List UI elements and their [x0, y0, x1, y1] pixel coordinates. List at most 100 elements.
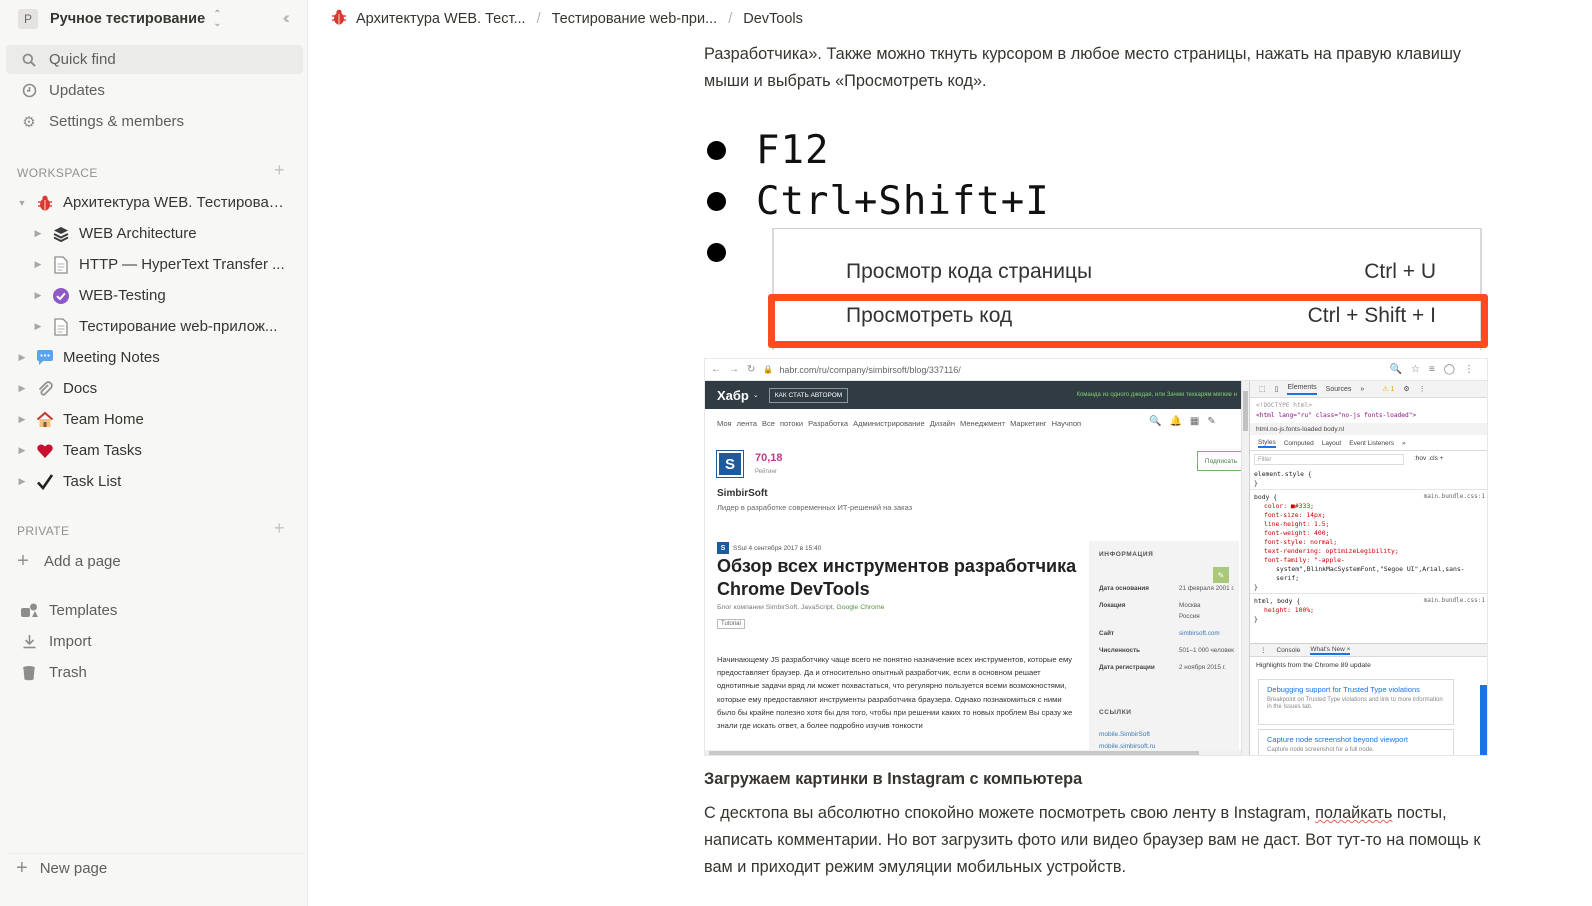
whats-new-image	[1480, 685, 1487, 755]
collapsed-arrow-icon[interactable]: ▶	[15, 414, 29, 425]
subtab-event-listeners: Event Listeners	[1349, 440, 1395, 447]
settings-label: Settings & members	[49, 113, 185, 130]
breadcrumb-separator: /	[536, 11, 541, 27]
collapsed-arrow-icon[interactable]: ▶	[15, 476, 29, 487]
horizontal-scrollbar	[705, 750, 1241, 755]
updates-button[interactable]: Updates	[6, 76, 303, 105]
sidebar: P Ручное тестирование ⌃ ⌄ ‹‹ Quick find U…	[0, 0, 308, 906]
gear-icon: ⚙	[22, 113, 36, 131]
bug-icon	[330, 8, 348, 31]
subtab-styles: Styles	[1258, 439, 1276, 448]
sidebar-page-task-list[interactable]: ▶ Task List	[6, 467, 303, 496]
new-page-button[interactable]: + New page	[6, 853, 303, 882]
intro-paragraph: Разработчика». Также можно ткнуть курсор…	[704, 41, 1488, 95]
whats-new-card-title: Debugging support for Trusted Type viola…	[1267, 685, 1420, 694]
sidebar-page-web-app-testing[interactable]: ▶ Тестирование web-прилож...	[6, 312, 303, 341]
kebab-menu-icon: ⋮	[1418, 386, 1426, 393]
info-value: Москва	[1179, 602, 1201, 609]
add-a-page-button[interactable]: + Add a page	[6, 547, 303, 576]
sidebar-page-docs[interactable]: ▶ Docs	[6, 374, 303, 403]
trash-button[interactable]: Trash	[6, 658, 303, 687]
css-rule-line: line-height: 1.5;	[1264, 520, 1330, 528]
collapsed-arrow-icon[interactable]: ▶	[31, 259, 45, 270]
sidebar-page-label: Team Home	[63, 411, 144, 428]
collapsed-arrow-icon[interactable]: ▶	[31, 290, 45, 301]
css-separator	[1250, 489, 1487, 490]
quick-find-button[interactable]: Quick find	[6, 45, 303, 74]
expanded-arrow-icon[interactable]: ▼	[15, 198, 29, 208]
add-private-page-icon[interactable]: +	[274, 518, 285, 539]
page-icon	[51, 255, 71, 275]
sidebar-page-meeting-notes[interactable]: ▶ Meeting Notes	[6, 343, 303, 372]
browser-toolbar-icons: 🔍☆≡◯⋮	[1389, 364, 1483, 375]
collapsed-arrow-icon[interactable]: ▶	[15, 352, 29, 363]
devtools-screenshot: ←→↻ 🔒 habr.com/ru/company/simbirsoft/blo…	[704, 358, 1488, 756]
whats-new-card-title: Capture node screenshot beyond viewport	[1267, 735, 1408, 744]
breadcrumb-separator: /	[728, 11, 733, 27]
sidebar-page-team-home[interactable]: ▶ Team Home	[6, 405, 303, 434]
lock-icon: 🔒	[763, 365, 774, 374]
breadcrumb-item-current[interactable]: DevTools	[743, 11, 803, 27]
chevron-down-icon: ⌄	[752, 392, 759, 399]
sidebar-page-architecture[interactable]: ▼ Архитектура WEB. Тестирован...	[6, 188, 303, 217]
page-icon	[51, 317, 71, 337]
section-heading-block: Загружаем картинки в Instagram с компьют…	[704, 766, 1488, 793]
menu-item-view-source-shortcut: Ctrl + U	[1364, 260, 1436, 283]
settings-button[interactable]: ⚙ Settings & members	[6, 107, 303, 136]
css-rule-line: text-rendering: optimizeLegibility;	[1264, 547, 1399, 555]
css-rule-line: }	[1254, 583, 1258, 591]
breadcrumb-item[interactable]: Архитектура WEB. Тест...	[356, 11, 526, 27]
post-body: Начинающему JS разработчику чаще всего н…	[717, 655, 1073, 731]
collapsed-arrow-icon[interactable]: ▶	[15, 383, 29, 394]
sidebar-page-label: WEB-Testing	[79, 287, 166, 304]
workspace-switcher[interactable]: P Ручное тестирование ⌃ ⌄ ‹‹	[8, 6, 300, 32]
devtools-tabs: ⬚ ▯ Elements Sources » ⚠ 1 ⚙ ⋮	[1250, 381, 1487, 398]
subtab-computed: Computed	[1283, 440, 1314, 447]
styles-filter-tools: :hov .cls +	[1414, 455, 1444, 462]
search-icon	[18, 49, 40, 71]
sidebar-page-http[interactable]: ▶ HTTP — HyperText Transfer ...	[6, 250, 303, 279]
collapsed-arrow-icon[interactable]: ▶	[15, 445, 29, 456]
chevron-updown-icon: ⌃ ⌄	[213, 9, 222, 29]
breadcrumb-item[interactable]: Тестирование web-при...	[552, 11, 718, 27]
sidebar-page-team-tasks[interactable]: ▶ Team Tasks	[6, 436, 303, 465]
shortcuts-image: F12 Ctrl+Shift+I Просмотр кода страницы …	[704, 120, 1488, 756]
drawer-tab-console: Console	[1276, 646, 1301, 654]
sidebar-page-web-architecture[interactable]: ▶ WEB Architecture	[6, 219, 303, 248]
css-rule-line: serif;	[1276, 574, 1300, 582]
habr-nav-icons: 🔍🔔▦✎	[1149, 416, 1224, 427]
browser-url: habr.com/ru/company/simbirsoft/blog/3371…	[779, 364, 961, 375]
tab-sources: Sources	[1325, 385, 1352, 393]
add-workspace-page-icon[interactable]: +	[274, 160, 285, 181]
import-button[interactable]: Import	[6, 627, 303, 656]
css-rule-line: font-style: normal;	[1264, 538, 1338, 546]
info-value: Россия	[1179, 613, 1200, 620]
subtab-more: »	[1402, 440, 1406, 447]
checkmark-icon	[35, 472, 55, 492]
sidebar-page-web-testing[interactable]: ▶ WEB-Testing	[6, 281, 303, 310]
browser-nav-icons: ←→↻	[711, 364, 764, 375]
habr-promo-text: Команда из одного джедая, или Зачем техк…	[1076, 392, 1237, 398]
add-a-page-label: Add a page	[44, 553, 121, 570]
collapse-sidebar-icon[interactable]: ‹‹	[283, 8, 291, 28]
info-key: Дата регистрации	[1099, 664, 1155, 671]
links-panel: ССЫЛКИ mobile.SimbirSoft mobile.simbirso…	[1089, 701, 1239, 755]
collapsed-arrow-icon[interactable]: ▶	[31, 228, 45, 239]
sidebar-page-label: Архитектура WEB. Тестирован...	[63, 194, 285, 211]
updates-label: Updates	[49, 82, 105, 99]
tab-elements: Elements	[1287, 384, 1317, 395]
info-value: simbirsoft.com	[1179, 630, 1220, 637]
css-rule-line: font-weight: 400;	[1264, 529, 1330, 537]
collapsed-arrow-icon[interactable]: ▶	[31, 321, 45, 332]
spellcheck-word: полайкать	[1315, 804, 1393, 822]
whats-new-card: Debugging support for Trusted Type viola…	[1258, 679, 1454, 725]
breadcrumb: Архитектура WEB. Тест... / Тестирование …	[309, 0, 1592, 38]
templates-label: Templates	[49, 602, 118, 619]
highlight-frame	[768, 294, 1488, 348]
intro-text: Разработчика». Также можно ткнуть курсор…	[704, 45, 1462, 90]
templates-button[interactable]: Templates	[6, 596, 303, 625]
link-item: mobile.SimbirSoft	[1099, 731, 1150, 738]
new-page-label: New page	[39, 859, 108, 877]
company-logo: S	[716, 450, 744, 478]
inspect-icon: ⬚	[1259, 386, 1266, 393]
